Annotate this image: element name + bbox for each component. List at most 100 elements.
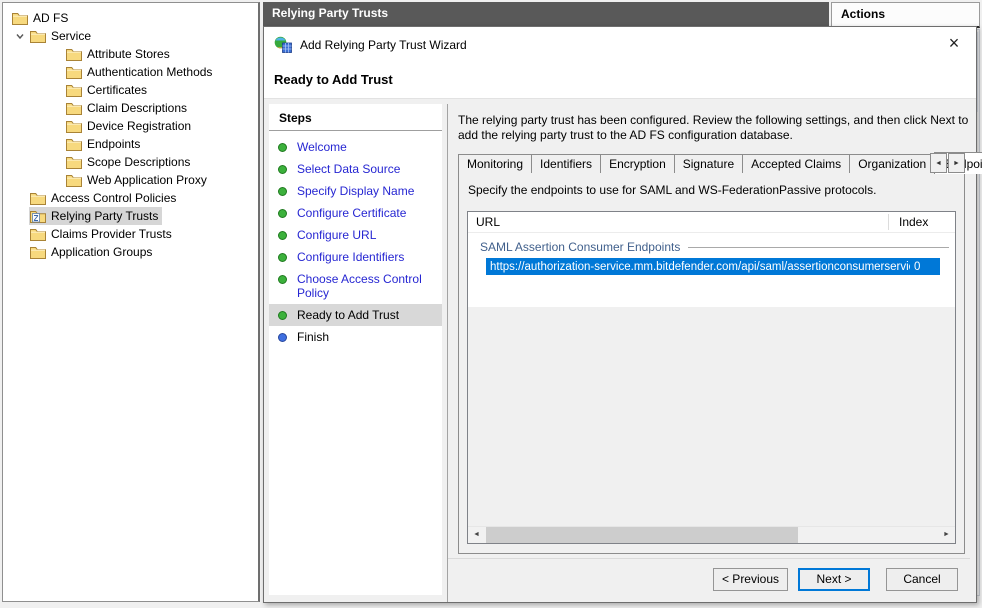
step-label: Configure URL bbox=[297, 228, 376, 242]
group-rule bbox=[688, 247, 949, 248]
dialog-title: Add Relying Party Trust Wizard bbox=[300, 38, 467, 52]
center-pane-title: Relying Party Trusts bbox=[263, 2, 829, 26]
step-label: Configure Certificate bbox=[297, 206, 406, 220]
endpoints-tab-page: Specify the endpoints to use for SAML an… bbox=[458, 172, 965, 554]
tree-item-label: Device Registration bbox=[87, 119, 191, 133]
tab-scroll-right-icon[interactable]: ► bbox=[948, 153, 965, 173]
endpoint-index-cell: 0 bbox=[910, 261, 920, 273]
settings-tab-control: Monitoring Identifiers Encryption Signat… bbox=[458, 151, 965, 554]
column-header-index[interactable]: Index bbox=[889, 215, 955, 229]
actions-pane-header: Actions bbox=[831, 2, 980, 28]
folder-icon bbox=[66, 84, 82, 97]
tree-item-relying-party-trusts[interactable]: Relying Party Trusts bbox=[3, 207, 258, 225]
tab-scroll-left-icon[interactable]: ◄ bbox=[930, 153, 947, 173]
tree-item-authentication-methods[interactable]: Authentication Methods bbox=[3, 63, 258, 81]
step-configure-identifiers[interactable]: Configure Identifiers bbox=[269, 246, 442, 268]
tree-item-label: Certificates bbox=[87, 83, 147, 97]
step-label: Configure Identifiers bbox=[297, 250, 404, 264]
list-rows-area: SAML Assertion Consumer Endpoints https:… bbox=[468, 233, 955, 307]
tree-item-service[interactable]: Service bbox=[3, 27, 258, 45]
tree-item-web-application-proxy[interactable]: Web Application Proxy bbox=[3, 171, 258, 189]
tree-item-label: Web Application Proxy bbox=[87, 173, 207, 187]
relying-party-trusts-folder-icon bbox=[30, 210, 46, 223]
list-header: URL Index bbox=[468, 212, 955, 233]
page-title: Ready to Add Trust bbox=[274, 72, 393, 87]
column-header-url[interactable]: URL bbox=[468, 215, 888, 229]
tree-item-label: AD FS bbox=[33, 11, 68, 25]
tree-item-access-control-policies[interactable]: Access Control Policies bbox=[3, 189, 258, 207]
step-select-data-source[interactable]: Select Data Source bbox=[269, 158, 442, 180]
tree-item-application-groups[interactable]: Application Groups bbox=[3, 243, 258, 261]
tab-signature[interactable]: Signature bbox=[674, 154, 743, 173]
step-current-icon bbox=[278, 311, 287, 320]
wizard-content: The relying party trust has been configu… bbox=[447, 104, 970, 602]
step-done-icon bbox=[278, 231, 287, 240]
folder-icon bbox=[30, 246, 46, 259]
step-configure-url[interactable]: Configure URL bbox=[269, 224, 442, 246]
tree-item-claims-provider-trusts[interactable]: Claims Provider Trusts bbox=[3, 225, 258, 243]
step-label: Ready to Add Trust bbox=[297, 308, 399, 322]
tree-item-label: Relying Party Trusts bbox=[51, 209, 158, 223]
tree-item-adfs[interactable]: AD FS bbox=[3, 9, 258, 27]
horizontal-scrollbar[interactable]: ◄ ► bbox=[468, 526, 955, 543]
tab-monitoring[interactable]: Monitoring bbox=[458, 154, 532, 173]
cancel-button[interactable]: Cancel bbox=[886, 568, 958, 591]
step-label: Welcome bbox=[297, 140, 347, 154]
table-row-selected[interactable]: https://authorization-service.mm.bitdefe… bbox=[486, 258, 940, 275]
scrollbar-thumb[interactable] bbox=[486, 527, 798, 543]
folder-icon bbox=[12, 12, 28, 25]
step-ready-to-add-trust[interactable]: Ready to Add Trust bbox=[269, 304, 442, 326]
folder-icon bbox=[66, 48, 82, 61]
console-tree-panel: AD FS Service Attribute Stores Authentic… bbox=[2, 2, 260, 602]
tree-item-device-registration[interactable]: Device Registration bbox=[3, 117, 258, 135]
tree-item-label: Service bbox=[51, 29, 91, 43]
step-configure-certificate[interactable]: Configure Certificate bbox=[269, 202, 442, 224]
step-done-icon bbox=[278, 187, 287, 196]
step-finish[interactable]: Finish bbox=[269, 326, 442, 348]
tree-item-label: Claims Provider Trusts bbox=[51, 227, 172, 241]
step-label: Choose Access Control Policy bbox=[297, 272, 422, 300]
step-label: Specify Display Name bbox=[297, 184, 414, 198]
step-done-icon bbox=[278, 253, 287, 262]
next-button[interactable]: Next > bbox=[798, 568, 870, 591]
step-choose-access-control-policy[interactable]: Choose Access Control Policy bbox=[269, 268, 442, 304]
step-specify-display-name[interactable]: Specify Display Name bbox=[269, 180, 442, 202]
intro-text: The relying party trust has been configu… bbox=[458, 113, 982, 143]
tab-encryption[interactable]: Encryption bbox=[600, 154, 675, 173]
steps-header: Steps bbox=[269, 104, 442, 131]
tree-item-label: Authentication Methods bbox=[87, 65, 212, 79]
step-label: Select Data Source bbox=[297, 162, 400, 176]
tree-item-label: Application Groups bbox=[51, 245, 152, 259]
tree-item-attribute-stores[interactable]: Attribute Stores bbox=[3, 45, 258, 63]
tree-item-certificates[interactable]: Certificates bbox=[3, 81, 258, 99]
wizard-icon bbox=[274, 36, 292, 53]
chevron-down-icon[interactable] bbox=[11, 31, 29, 41]
tree-item-label: Access Control Policies bbox=[51, 191, 176, 205]
step-done-icon bbox=[278, 209, 287, 218]
scroll-right-icon[interactable]: ► bbox=[938, 527, 955, 543]
folder-icon bbox=[66, 102, 82, 115]
tab-accepted-claims[interactable]: Accepted Claims bbox=[742, 154, 850, 173]
scroll-left-icon[interactable]: ◄ bbox=[468, 527, 485, 543]
tree-item-label: Endpoints bbox=[87, 137, 140, 151]
list-group-header: SAML Assertion Consumer Endpoints bbox=[468, 233, 955, 258]
tab-strip: Monitoring Identifiers Encryption Signat… bbox=[458, 151, 965, 173]
endpoint-url-cell: https://authorization-service.mm.bitdefe… bbox=[486, 261, 910, 273]
tab-organization[interactable]: Organization bbox=[849, 154, 935, 173]
folder-icon bbox=[30, 30, 46, 43]
tree-item-label: Scope Descriptions bbox=[87, 155, 190, 169]
step-done-icon bbox=[278, 143, 287, 152]
folder-icon bbox=[66, 66, 82, 79]
folder-icon bbox=[66, 138, 82, 151]
close-icon[interactable]: × bbox=[942, 32, 966, 56]
tab-identifiers[interactable]: Identifiers bbox=[531, 154, 601, 173]
tree-item-scope-descriptions[interactable]: Scope Descriptions bbox=[3, 153, 258, 171]
step-welcome[interactable]: Welcome bbox=[269, 136, 442, 158]
tree-item-label: Claim Descriptions bbox=[87, 101, 187, 115]
tree-item-claim-descriptions[interactable]: Claim Descriptions bbox=[3, 99, 258, 117]
wizard-steps-panel: Steps Welcome Select Data Source Specify… bbox=[269, 104, 442, 595]
step-done-icon bbox=[278, 165, 287, 174]
previous-button[interactable]: < Previous bbox=[713, 568, 788, 591]
tree-item-endpoints[interactable]: Endpoints bbox=[3, 135, 258, 153]
folder-icon bbox=[30, 192, 46, 205]
